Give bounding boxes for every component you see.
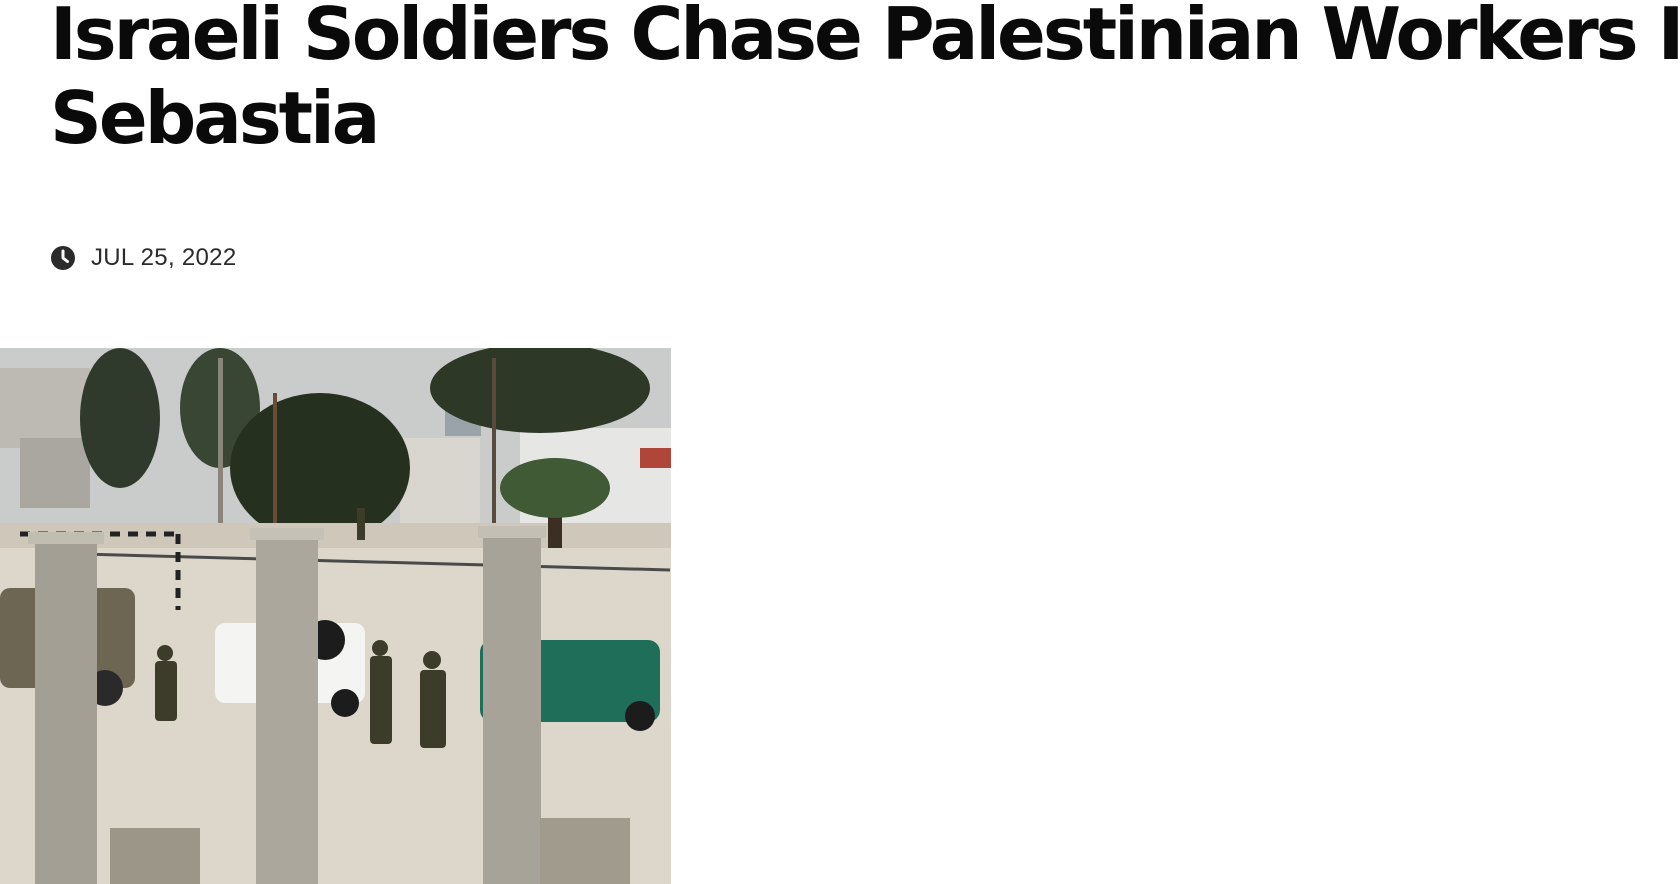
article-title-line-1: Israeli Soldiers Chase Palestinian Worke… — [50, 0, 1680, 76]
photo-illustration — [0, 348, 671, 884]
clock-icon — [51, 246, 75, 270]
article-page: Israeli Soldiers Chase Palestinian Worke… — [0, 0, 1680, 884]
article-title-line-2: Sebastia — [50, 76, 380, 160]
article-title: Israeli Soldiers Chase Palestinian Worke… — [50, 0, 1680, 160]
publish-date: JUL 25, 2022 — [91, 244, 237, 271]
article-meta: JUL 25, 2022 — [51, 244, 236, 272]
article-photo — [0, 348, 671, 884]
